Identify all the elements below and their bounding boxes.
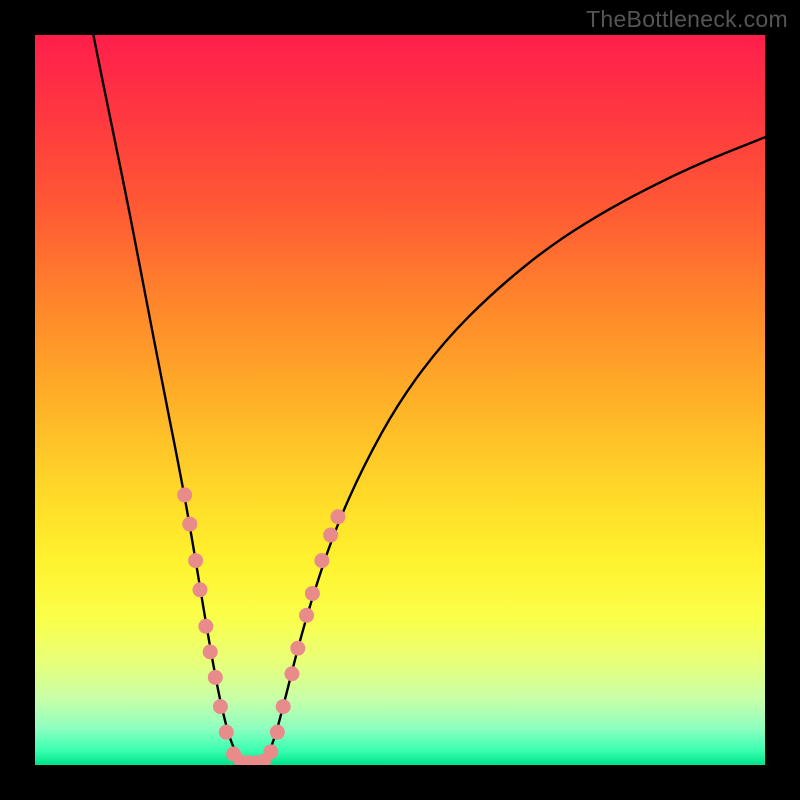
chart-frame: TheBottleneck.com [0, 0, 800, 800]
data-marker [314, 553, 329, 568]
chart-svg [35, 35, 765, 765]
data-marker [299, 608, 314, 623]
data-marker [182, 517, 197, 532]
data-marker [276, 699, 291, 714]
data-marker [290, 641, 305, 656]
data-marker [213, 699, 228, 714]
data-marker [330, 509, 345, 524]
plot-area [35, 35, 765, 765]
watermark-text: TheBottleneck.com [586, 6, 788, 33]
data-marker [219, 725, 234, 740]
data-marker [188, 553, 203, 568]
data-marker [177, 487, 192, 502]
data-marker [305, 586, 320, 601]
data-marker [284, 666, 299, 681]
data-marker [270, 725, 285, 740]
data-marker [263, 744, 278, 759]
data-marker [192, 582, 207, 597]
data-marker [323, 528, 338, 543]
data-marker [203, 644, 218, 659]
data-marker [208, 670, 223, 685]
data-marker [198, 619, 213, 634]
bottleneck-curve [93, 35, 765, 763]
data-markers [177, 487, 345, 765]
